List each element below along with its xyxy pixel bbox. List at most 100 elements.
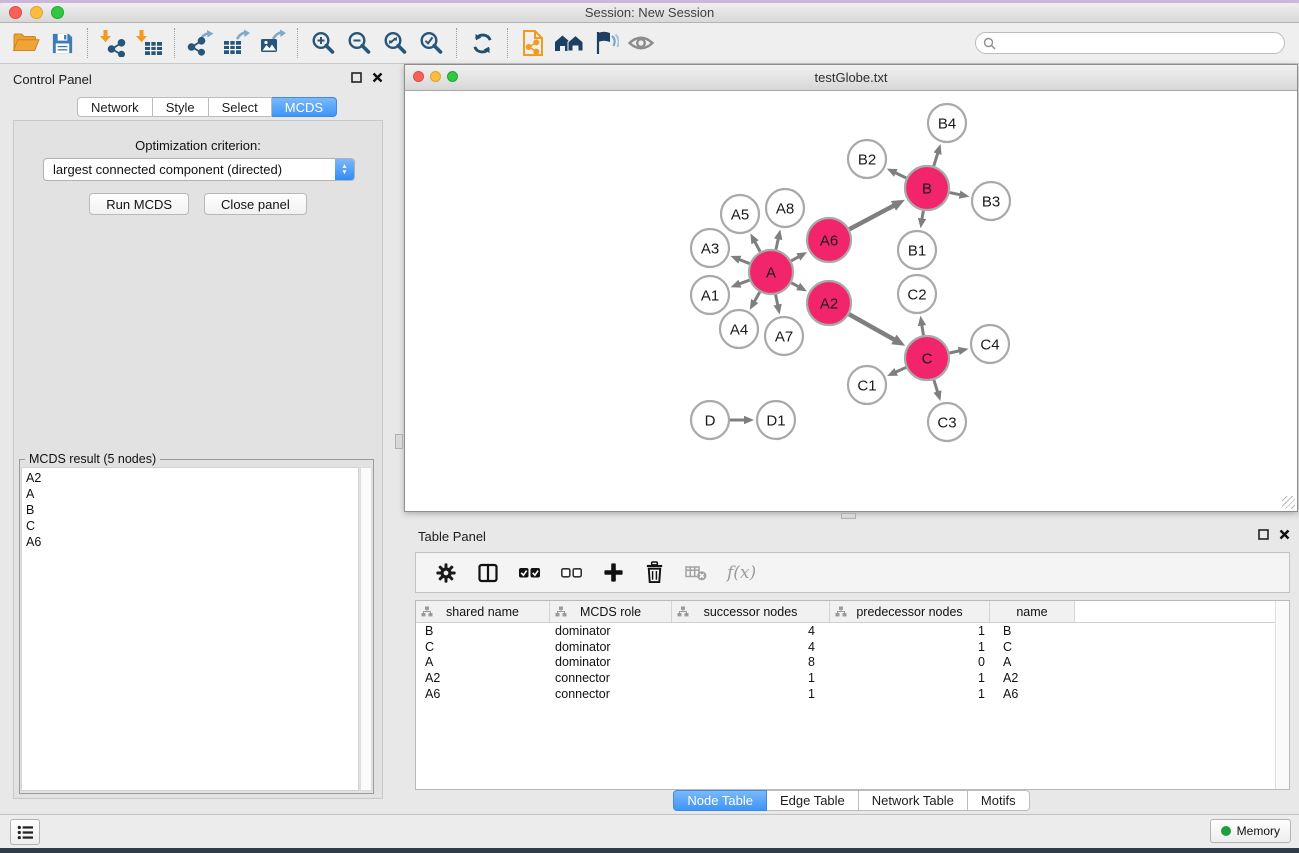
search-input[interactable] (1001, 35, 1277, 51)
delete-column-button[interactable] (644, 561, 665, 584)
edge-A-A4[interactable] (754, 292, 760, 302)
node-B[interactable]: B (905, 166, 949, 210)
tab-network-table[interactable]: Network Table (859, 790, 968, 811)
split-divider-horizontal-thumb[interactable] (841, 513, 856, 519)
hide-annotations-button[interactable] (587, 26, 623, 60)
edge-A-A1[interactable] (739, 280, 749, 284)
edge-A-A6[interactable] (791, 256, 799, 260)
zoom-selected-button[interactable] (413, 26, 449, 60)
ndex-networks-button[interactable] (551, 26, 587, 60)
criterion-dropdown[interactable]: largest connected component (directed) ▲… (43, 158, 355, 181)
node-B3[interactable]: B3 (972, 182, 1010, 220)
node-D[interactable]: D (691, 401, 729, 439)
zoom-fit-button[interactable] (377, 26, 413, 60)
tab-style[interactable]: Style (153, 97, 209, 117)
table-row[interactable]: Adominator80A (416, 655, 1289, 671)
import-network-button[interactable] (95, 26, 131, 60)
run-mcds-button[interactable]: Run MCDS (89, 193, 189, 215)
node-B1[interactable]: B1 (898, 231, 936, 269)
edge-C-C1[interactable] (895, 367, 906, 372)
resize-grip[interactable] (1282, 496, 1295, 509)
search-field[interactable] (975, 32, 1285, 54)
console-button[interactable] (10, 819, 40, 845)
zoom-out-button[interactable] (341, 26, 377, 60)
float-panel-icon[interactable] (1258, 529, 1269, 540)
column-header-predecessor-nodes[interactable]: predecessor nodes (830, 601, 990, 622)
result-item[interactable]: C (26, 518, 358, 534)
deselect-all-columns-button[interactable] (561, 563, 583, 583)
float-panel-icon[interactable] (351, 72, 362, 83)
tab-edge-table[interactable]: Edge Table (767, 790, 859, 811)
tab-select[interactable]: Select (209, 97, 272, 117)
table-settings-button[interactable] (435, 562, 457, 584)
zoom-in-button[interactable] (305, 26, 341, 60)
node-A7[interactable]: A7 (765, 317, 803, 355)
column-header-name[interactable]: name (990, 601, 1075, 622)
column-header-successor-nodes[interactable]: successor nodes (672, 601, 830, 622)
node-D1[interactable]: D1 (757, 401, 795, 439)
table-row[interactable]: Cdominator41C (416, 639, 1289, 655)
column-header-shared-name[interactable]: shared name (416, 601, 550, 622)
edge-B-B4[interactable] (934, 153, 938, 166)
save-session-button[interactable] (44, 26, 80, 60)
edge-B-B3[interactable] (950, 193, 961, 195)
delete-table-button[interactable] (685, 563, 707, 582)
edge-A-A7[interactable] (776, 295, 778, 306)
node-A2[interactable]: A2 (807, 281, 851, 325)
import-table-button[interactable] (131, 26, 167, 60)
export-network-button[interactable] (182, 26, 218, 60)
node-B2[interactable]: B2 (848, 140, 886, 178)
new-network-button[interactable] (515, 26, 551, 60)
result-item[interactable]: A (26, 486, 358, 502)
column-header-mcds-role[interactable]: MCDS role (550, 601, 672, 622)
edge-A2-C[interactable] (849, 314, 895, 340)
memory-button[interactable]: Memory (1210, 819, 1291, 843)
create-column-button[interactable] (603, 562, 624, 583)
split-divider-vertical-thumb[interactable] (395, 434, 403, 449)
result-item[interactable]: A2 (26, 470, 358, 486)
node-C1[interactable]: C1 (848, 366, 886, 404)
close-panel-button[interactable]: Close panel (204, 193, 307, 215)
select-all-columns-button[interactable] (519, 563, 541, 583)
toggle-columns-button[interactable] (477, 562, 499, 584)
node-A5[interactable]: A5 (721, 195, 759, 233)
node-C2[interactable]: C2 (898, 275, 936, 313)
edge-A-A5[interactable] (755, 241, 761, 251)
result-scrollbar[interactable] (360, 467, 372, 791)
apply-layout-button[interactable] (464, 26, 500, 60)
node-C4[interactable]: C4 (971, 325, 1009, 363)
edge-C-C2[interactable] (922, 325, 924, 336)
table-row[interactable]: A6connector11A6 (416, 686, 1289, 702)
edge-A-A2[interactable] (791, 283, 799, 287)
export-image-button[interactable] (254, 26, 290, 60)
edge-C-C4[interactable] (949, 351, 959, 353)
table-row[interactable]: Bdominator41B (416, 623, 1289, 639)
result-item[interactable]: A6 (26, 534, 358, 550)
open-session-button[interactable] (8, 26, 44, 60)
close-panel-icon[interactable] (372, 72, 383, 83)
node-B4[interactable]: B4 (928, 104, 966, 142)
edge-B-B2[interactable] (895, 172, 906, 178)
function-builder-button[interactable]: f(x) (727, 563, 756, 583)
edge-A-A3[interactable] (739, 259, 750, 263)
node-A1[interactable]: A1 (691, 276, 729, 314)
node-A8[interactable]: A8 (766, 189, 804, 227)
node-A4[interactable]: A4 (720, 310, 758, 348)
show-graphics-button[interactable] (623, 26, 659, 60)
node-C3[interactable]: C3 (928, 403, 966, 441)
table-row[interactable]: A2connector11A2 (416, 670, 1289, 686)
result-item[interactable]: B (26, 502, 358, 518)
close-panel-icon[interactable] (1279, 529, 1290, 540)
edge-C-C3[interactable] (934, 380, 938, 392)
node-A6[interactable]: A6 (807, 218, 851, 262)
tab-node-table[interactable]: Node Table (673, 790, 767, 811)
node-C[interactable]: C (905, 336, 949, 380)
node-A3[interactable]: A3 (691, 229, 729, 267)
edge-A6-B[interactable] (849, 205, 894, 229)
mcds-result-list[interactable]: A2ABCA6 (21, 467, 359, 791)
table-scrollbar[interactable] (1275, 601, 1289, 789)
tab-motifs[interactable]: Motifs (968, 790, 1030, 811)
export-table-button[interactable] (218, 26, 254, 60)
network-canvas-area[interactable]: B4B2BB3A5A8A6A3B1AA1C2A2A4A7C4CC1C3DD1 (405, 91, 1297, 511)
edge-B-B1[interactable] (922, 211, 923, 220)
